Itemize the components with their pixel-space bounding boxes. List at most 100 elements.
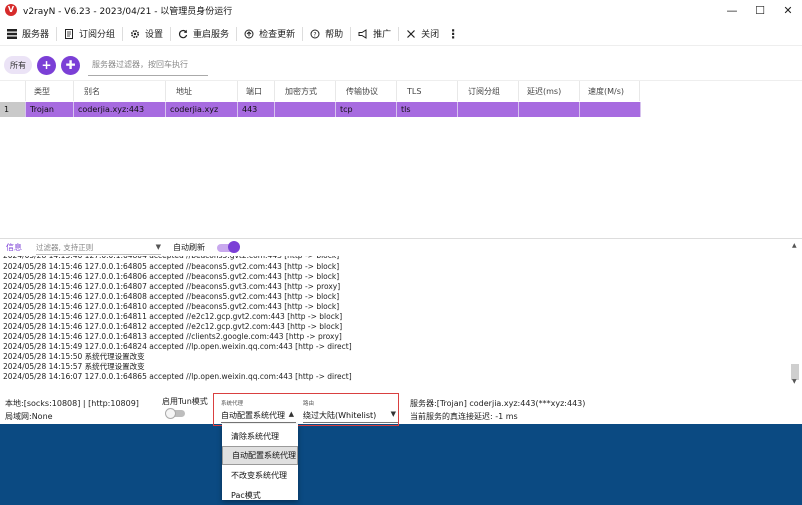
grid-header-row: 类型 别名 地址 端口 加密方式 传输协议 TLS 订阅分组 延迟(ms) 速度… <box>0 81 640 101</box>
promote-button[interactable]: 推广 <box>351 23 398 45</box>
dropdown-option-auto-proxy[interactable]: 自动配置系统代理 <box>222 446 298 465</box>
log-filter-input[interactable]: 过滤器, 支持正则 ▼ <box>36 241 161 255</box>
current-delay-status: 当前服务的真连接延迟: -1 ms <box>410 412 518 421</box>
routing-caption: 路由 <box>303 401 315 407</box>
log-line-partial: 2024/05/28 14:15:46 127.0.0.1:64804 acce… <box>3 256 339 261</box>
help-label: 帮助 <box>325 30 344 40</box>
system-proxy-dropdown: 清除系统代理 自动配置系统代理 不改变系统代理 Pac模式 <box>222 424 298 500</box>
column-header-tls[interactable]: TLS <box>397 81 458 101</box>
restart-service-button[interactable]: 重启服务 <box>171 23 236 45</box>
help-menu-button[interactable]: ? 帮助 <box>303 23 350 45</box>
log-line: 2024/05/28 14:15:46 127.0.0.1:64811 acce… <box>3 312 343 321</box>
all-group-chip[interactable]: 所有 <box>4 56 32 74</box>
log-toolbar: 信息 过滤器, 支持正则 ▼ 自动刷新 <box>0 238 802 256</box>
log-filter-placeholder: 过滤器, 支持正则 <box>36 242 94 252</box>
window-title: v2rayN - V6.23 - 2023/04/21 - 以管理员身份运行 <box>23 6 233 17</box>
log-line: 2024/05/28 14:15:49 127.0.0.1:64824 acce… <box>3 342 352 351</box>
log-line: 2024/05/28 14:15:46 127.0.0.1:64810 acce… <box>3 302 340 311</box>
settings-menu-button[interactable]: 设置 <box>123 23 170 45</box>
megaphone-icon <box>358 28 368 39</box>
column-header-delay[interactable]: 延迟(ms) <box>519 81 580 101</box>
log-info-tab[interactable]: 信息 <box>6 242 22 253</box>
dropdown-option-keep-proxy[interactable]: 不改变系统代理 <box>222 466 298 485</box>
title-bar: V v2rayN - V6.23 - 2023/04/21 - 以管理员身份运行… <box>0 0 802 20</box>
cell-speed <box>580 102 641 117</box>
promote-label: 推广 <box>373 30 392 40</box>
local-ports-status: 本地:[socks:10808] | [http:10809] <box>5 399 139 408</box>
more-options-icon[interactable]: ⋮ <box>446 23 460 45</box>
chevron-down-icon: ▼ <box>390 410 396 418</box>
routing-value: 绕过大陆(Whitelist) <box>303 411 377 420</box>
log-line: 2024/05/28 14:15:57 系统代理设置改变 <box>3 362 145 371</box>
minimize-button[interactable]: — <box>718 0 746 20</box>
column-header-subscription[interactable]: 订阅分组 <box>458 81 519 101</box>
current-server-status: 服务器:[Trojan] coderjia.xyz:443(***xyz:443… <box>410 399 586 408</box>
update-icon <box>244 29 254 39</box>
chevron-down-icon[interactable]: ▼ <box>156 243 161 251</box>
v2rayn-window: V v2rayN - V6.23 - 2023/04/21 - 以管理员身份运行… <box>0 0 802 424</box>
server-list-icon <box>7 28 17 39</box>
cell-tls: tls <box>397 102 458 117</box>
cell-address: coderjia.xyz <box>166 102 238 117</box>
system-proxy-select[interactable]: 系统代理 自动配置系统代理 ▲ <box>221 399 296 423</box>
settings-label: 设置 <box>145 30 164 40</box>
document-icon <box>64 28 74 39</box>
column-header-alias[interactable]: 别名 <box>74 81 166 101</box>
column-header-address[interactable]: 地址 <box>166 81 238 101</box>
column-header-speed[interactable]: 速度(M/s) <box>580 81 640 101</box>
toggle-knob <box>228 240 240 253</box>
close-label: 关闭 <box>421 30 440 40</box>
log-line: 2024/05/28 14:15:46 127.0.0.1:64806 acce… <box>3 272 340 281</box>
cell-network: tcp <box>336 102 397 117</box>
server-filter-input[interactable]: 服务器过滤器，按回车执行 <box>88 54 208 76</box>
column-header-type[interactable]: 类型 <box>26 81 74 101</box>
log-scrollbar[interactable]: ▲ ▼ <box>790 242 800 385</box>
scroll-down-arrow-icon[interactable]: ▼ <box>792 378 797 385</box>
subscription-label: 订阅分组 <box>79 30 116 40</box>
routing-select[interactable]: 路由 绕过大陆(Whitelist) ▼ <box>303 399 398 423</box>
maximize-button[interactable]: ☐ <box>746 0 774 20</box>
column-header-port[interactable]: 端口 <box>238 81 275 101</box>
subscription-menu-button[interactable]: 订阅分组 <box>57 23 122 45</box>
dropdown-option-clear-proxy[interactable]: 清除系统代理 <box>222 427 298 446</box>
toolbar: 服务器 订阅分组 设置 重启服务 检查更新 ? 帮助 推广 关闭 ⋮ <box>0 22 802 46</box>
servers-menu-button[interactable]: 服务器 <box>0 23 56 45</box>
scroll-up-arrow-icon[interactable]: ▲ <box>792 242 797 249</box>
log-pane[interactable]: 2024/05/28 14:15:46 127.0.0.1:64804 acce… <box>0 256 802 384</box>
v2rayn-logo-icon: V <box>5 4 17 16</box>
cell-port: 443 <box>238 102 275 117</box>
log-line: 2024/05/28 14:15:46 127.0.0.1:64808 acce… <box>3 292 340 301</box>
restart-label: 重启服务 <box>193 30 230 40</box>
lan-status: 局域网:None <box>5 412 53 421</box>
cell-subscription <box>458 102 519 117</box>
check-update-button[interactable]: 检查更新 <box>237 23 302 45</box>
tun-mode-label: 启用Tun模式 <box>162 397 208 406</box>
close-window-button[interactable]: ✕ <box>774 0 802 20</box>
log-line: 2024/05/28 14:15:46 127.0.0.1:64813 acce… <box>3 332 342 341</box>
table-row[interactable]: 1 Trojan coderjia.xyz:443 coderjia.xyz 4… <box>0 102 641 117</box>
cell-delay <box>519 102 580 117</box>
column-header-security[interactable]: 加密方式 <box>275 81 336 101</box>
svg-text:?: ? <box>313 31 316 38</box>
close-app-button[interactable]: 关闭 <box>399 23 446 45</box>
proxy-settings-highlight: 系统代理 自动配置系统代理 ▲ 路由 绕过大陆(Whitelist) ▼ <box>213 393 399 426</box>
column-header-network[interactable]: 传输协议 <box>336 81 397 101</box>
chevron-up-icon: ▲ <box>288 410 294 418</box>
log-line: 2024/05/28 14:15:50 系统代理设置改变 <box>3 352 145 361</box>
tun-mode-toggle[interactable] <box>165 408 185 419</box>
gear-icon <box>130 29 140 39</box>
cell-alias: coderjia.xyz:443 <box>74 102 166 117</box>
server-grid: 类型 别名 地址 端口 加密方式 传输协议 TLS 订阅分组 延迟(ms) 速度… <box>0 80 802 237</box>
grid-header-index <box>0 81 26 101</box>
add-subscription-button[interactable]: ✚ <box>61 55 80 75</box>
auto-refresh-toggle[interactable] <box>217 240 240 253</box>
dropdown-option-pac-mode[interactable]: Pac模式 <box>222 486 298 505</box>
log-line: 2024/05/28 14:15:46 127.0.0.1:64807 acce… <box>3 282 341 291</box>
help-icon: ? <box>310 29 320 39</box>
log-line: 2024/05/28 14:16:07 127.0.0.1:64865 acce… <box>3 372 352 381</box>
log-line: 2024/05/28 14:15:46 127.0.0.1:64812 acce… <box>3 322 343 331</box>
auto-refresh-label: 自动刷新 <box>173 243 205 252</box>
close-icon <box>406 29 416 39</box>
add-server-button[interactable]: + <box>37 55 56 75</box>
refresh-icon <box>178 29 188 39</box>
